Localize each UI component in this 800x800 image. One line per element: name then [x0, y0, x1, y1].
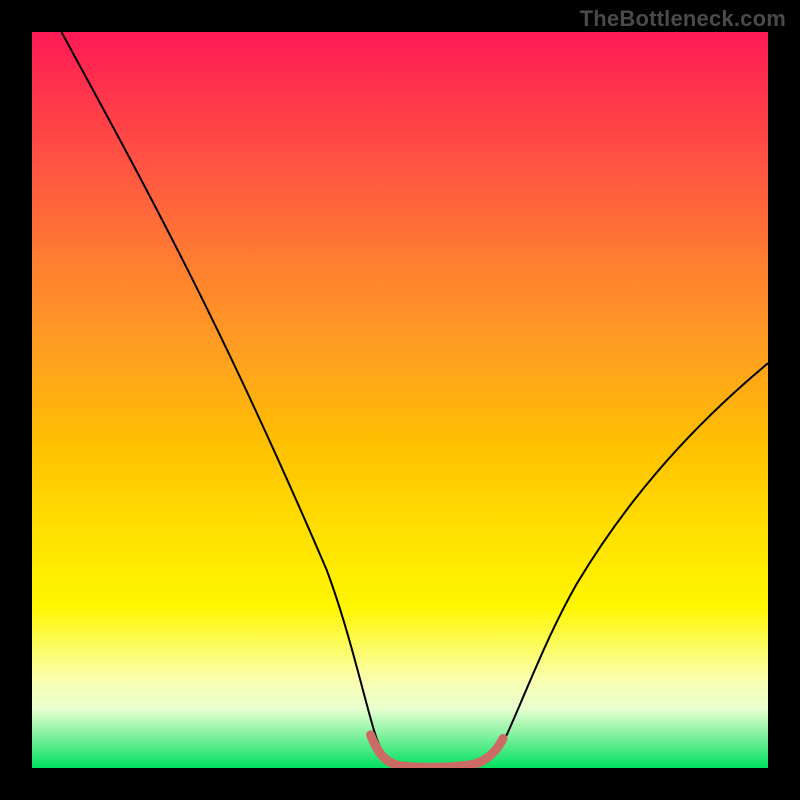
- optimal-zone-curve: [371, 735, 503, 767]
- chart-svg: [32, 32, 768, 768]
- watermark-text: TheBottleneck.com: [580, 6, 786, 32]
- bottleneck-curve: [61, 32, 768, 767]
- chart-plot-area: [32, 32, 768, 768]
- chart-frame: TheBottleneck.com: [0, 0, 800, 800]
